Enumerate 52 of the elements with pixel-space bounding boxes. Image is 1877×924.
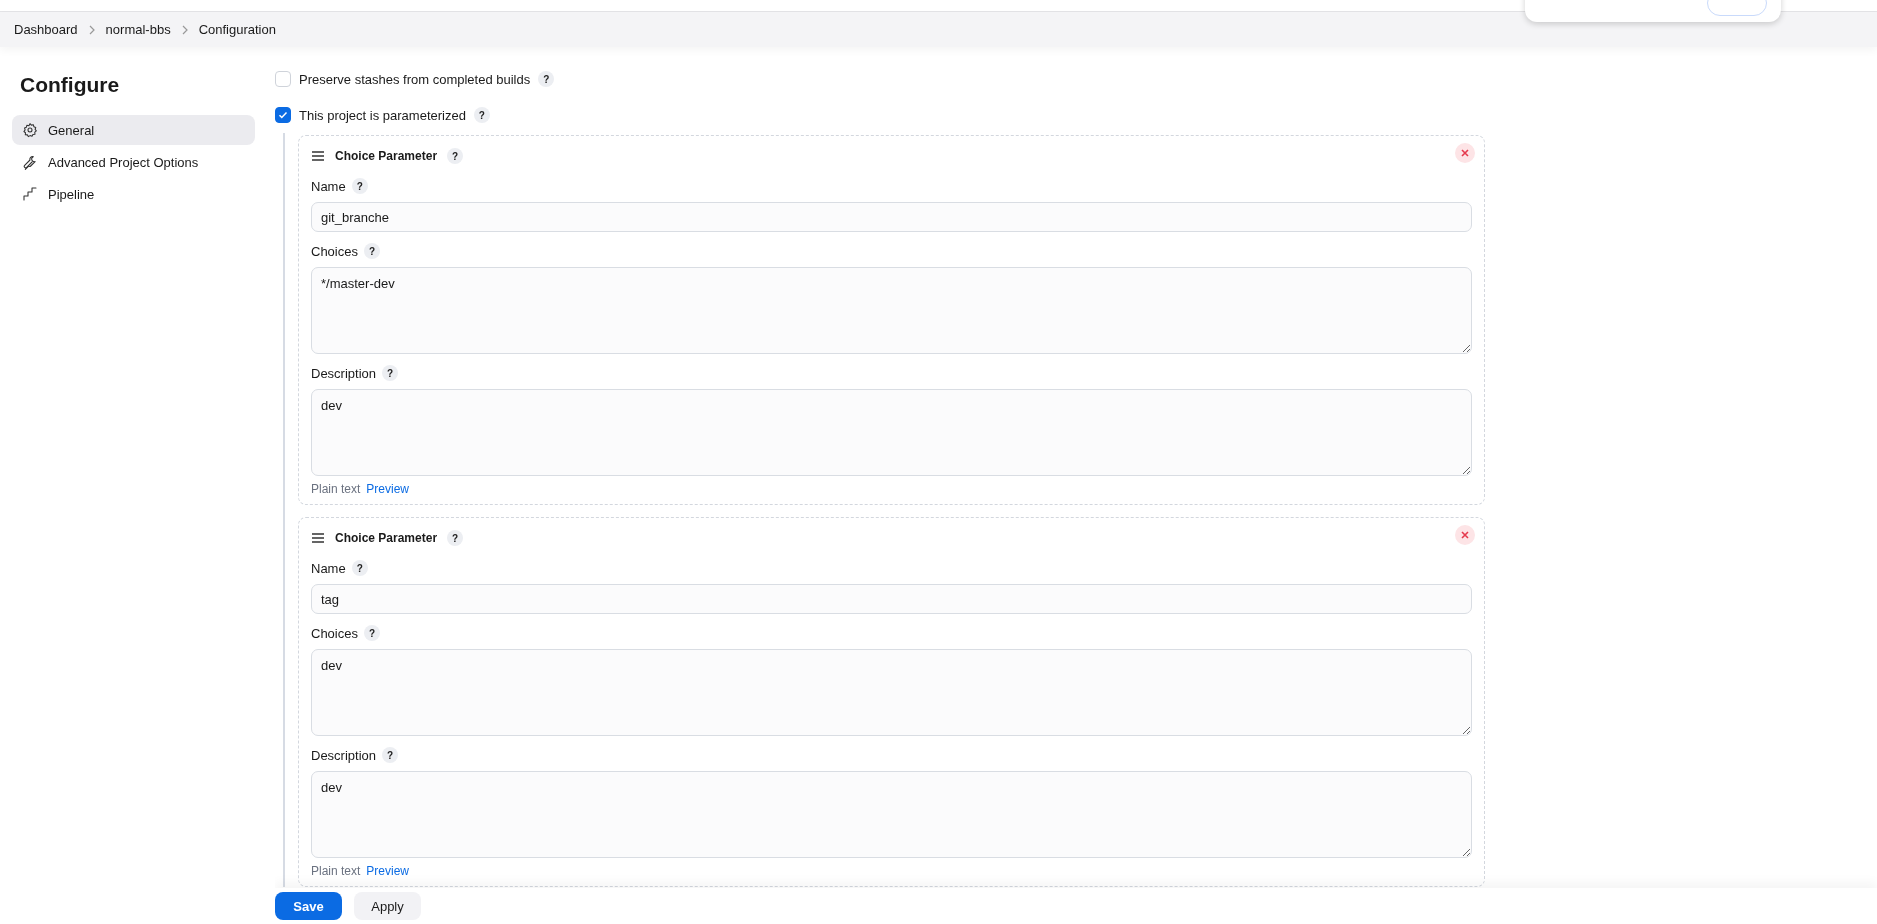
breadcrumb-link[interactable]: normal-bbs xyxy=(105,22,171,37)
text-area[interactable]: dev xyxy=(311,649,1472,736)
page-title: Configure xyxy=(20,73,121,97)
close-icon xyxy=(1461,149,1469,157)
help-icon[interactable]: ? xyxy=(351,178,368,194)
field-label: Name xyxy=(311,178,346,194)
option-label: Preserve stashes from completed builds xyxy=(299,71,531,87)
apply-button[interactable]: Apply xyxy=(354,892,421,920)
pipeline-icon xyxy=(22,186,38,202)
help-icon[interactable]: ? xyxy=(447,148,464,164)
text-area[interactable]: dev xyxy=(311,771,1472,858)
field-label: Description xyxy=(311,365,377,381)
plain-text-link[interactable]: Plain text xyxy=(311,864,361,878)
text-area[interactable]: dev xyxy=(311,389,1472,476)
preview-link[interactable]: Preview xyxy=(366,482,410,496)
text-area[interactable]: */master-dev xyxy=(311,267,1472,354)
wrench-icon xyxy=(22,154,38,170)
field-label: Choices xyxy=(311,625,358,641)
field-label: Choices xyxy=(311,243,358,259)
field-label: Name xyxy=(311,560,346,576)
save-button[interactable]: Save xyxy=(275,892,342,920)
close-button[interactable] xyxy=(1455,143,1475,163)
plain-text-link[interactable]: Plain text xyxy=(311,482,361,496)
help-icon[interactable]: ? xyxy=(351,560,368,576)
chevron-icon xyxy=(87,24,96,35)
chevron-icon xyxy=(180,24,189,35)
help-icon[interactable]: ? xyxy=(473,107,490,123)
sidebar-item[interactable]: Pipeline xyxy=(12,179,255,209)
close-icon xyxy=(1461,531,1469,539)
drag-handle-icon[interactable] xyxy=(311,533,325,543)
sidebar-item[interactable]: General xyxy=(12,115,255,145)
option-label: This project is parameterized xyxy=(299,107,466,123)
field-label: Description xyxy=(311,747,377,763)
breadcrumb-link[interactable]: Configuration xyxy=(198,22,276,37)
gear-icon xyxy=(22,122,38,138)
input-field[interactable]: tag xyxy=(311,584,1472,614)
help-icon[interactable]: ? xyxy=(382,747,399,763)
parameter-title: Choice Parameter xyxy=(335,149,438,163)
preview-link[interactable]: Preview xyxy=(366,864,410,878)
close-button[interactable] xyxy=(1455,525,1475,545)
parameter-title: Choice Parameter xyxy=(335,531,438,545)
checkmark-icon xyxy=(278,110,288,120)
help-icon[interactable]: ? xyxy=(538,71,555,87)
input-field[interactable]: git_branche xyxy=(311,202,1472,232)
help-icon[interactable]: ? xyxy=(447,530,464,546)
help-icon[interactable]: ? xyxy=(363,625,380,641)
breadcrumb-link[interactable]: Dashboard xyxy=(14,22,78,37)
help-icon[interactable]: ? xyxy=(363,243,380,259)
drag-handle-icon[interactable] xyxy=(311,151,325,161)
checkbox[interactable] xyxy=(275,107,291,123)
sidebar-item[interactable]: Advanced Project Options xyxy=(12,147,255,177)
help-icon[interactable]: ? xyxy=(382,365,399,381)
